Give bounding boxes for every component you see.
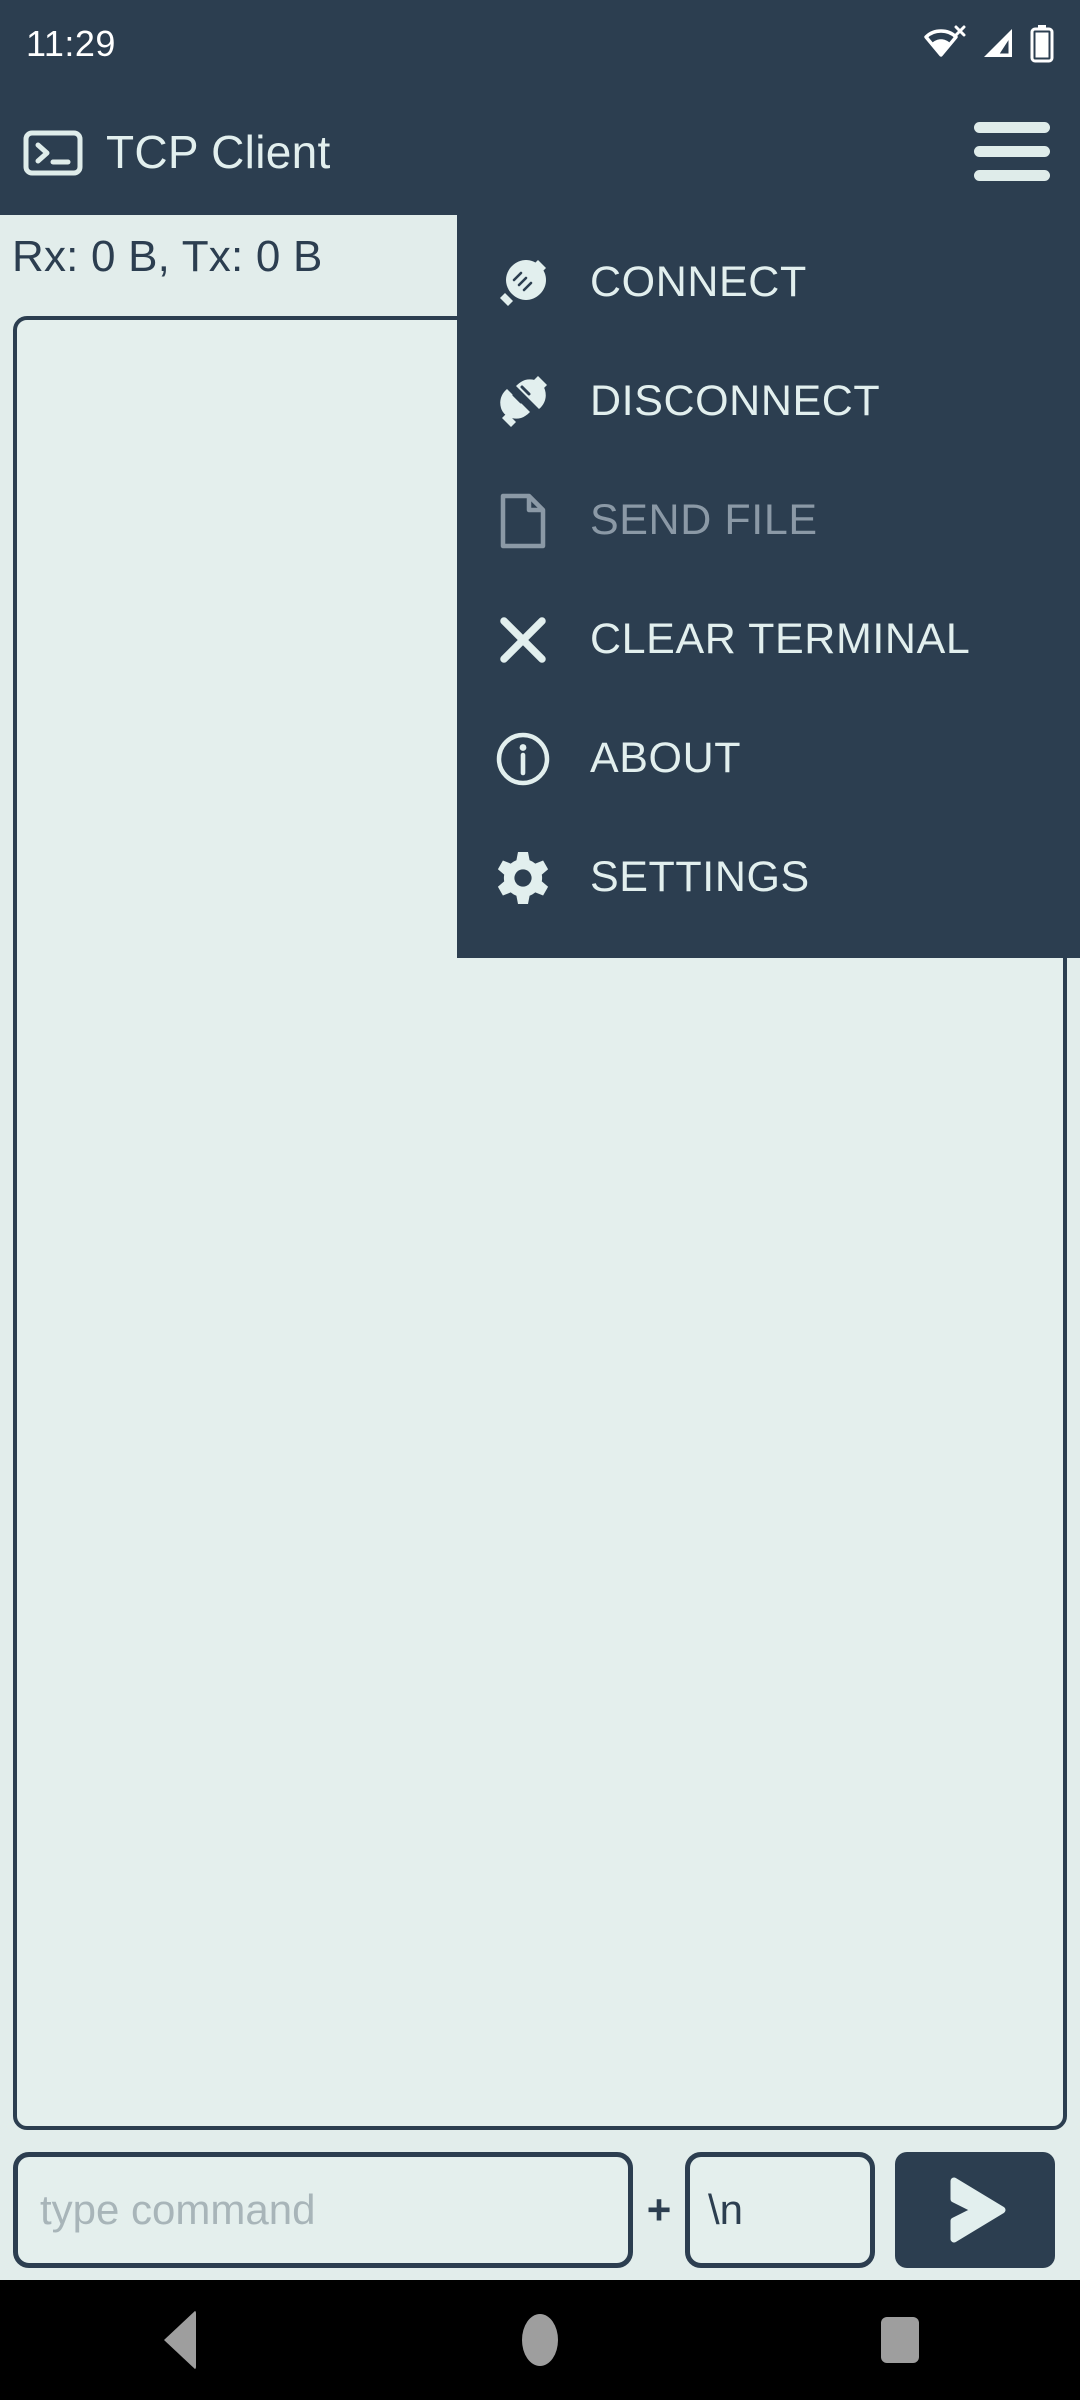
plus-label: +: [646, 2186, 672, 2233]
menu-item-label: CONNECT: [590, 258, 807, 306]
menu-item-label: SEND FILE: [590, 496, 818, 544]
cellular-signal-icon: [980, 26, 1016, 62]
wifi-off-icon: [922, 25, 966, 63]
menu-item-send-file[interactable]: SEND FILE: [457, 461, 1080, 580]
terminal-icon: [22, 121, 84, 183]
menu-item-label: SETTINGS: [590, 853, 810, 901]
status-bar: 11:29: [0, 0, 1080, 88]
status-bar-clock: 11:29: [26, 23, 116, 64]
hamburger-bar: [974, 146, 1050, 157]
line-terminator-input[interactable]: \n: [685, 2152, 875, 2268]
hamburger-bar: [974, 122, 1050, 133]
recents-glyph: [881, 2317, 919, 2363]
menu-item-about[interactable]: ABOUT: [457, 699, 1080, 818]
page-title: TCP Client: [106, 125, 331, 178]
command-input-placeholder: type command: [40, 2186, 316, 2233]
plug-disconnected-icon: [492, 371, 554, 433]
file-document-icon: [492, 490, 554, 552]
recents-square-icon[interactable]: [840, 2280, 960, 2400]
back-glyph: [164, 2310, 196, 2370]
command-input[interactable]: type command: [13, 2152, 633, 2268]
info-circle-icon: [492, 728, 554, 790]
send-button[interactable]: [895, 2152, 1055, 2268]
menu-item-settings[interactable]: SETTINGS: [457, 818, 1080, 937]
home-glyph: [522, 2314, 558, 2366]
close-x-icon: [492, 609, 554, 671]
menu-item-label: DISCONNECT: [590, 377, 881, 425]
menu-item-label: ABOUT: [590, 734, 742, 782]
gear-icon: [492, 847, 554, 909]
back-triangle-icon[interactable]: [120, 2280, 240, 2400]
status-bar-icons: [922, 25, 1054, 63]
traffic-stats-label: Rx: 0 B, Tx: 0 B: [12, 232, 323, 281]
app-screen: 11:29 TCP Client Rx: 0 B, Tx: 0 B type c…: [0, 0, 1080, 2400]
menu-item-label: CLEAR TERMINAL: [590, 615, 971, 663]
hamburger-menu-icon[interactable]: [974, 119, 1050, 185]
battery-icon: [1030, 25, 1054, 63]
overflow-menu: CONNECT DISCONNECT SEND FILE CLEAR TERMI…: [457, 215, 1080, 958]
line-terminator-value: \n: [708, 2186, 744, 2233]
plug-connected-icon: [492, 252, 554, 314]
send-chevron-icon: [932, 2167, 1018, 2253]
menu-item-clear-terminal[interactable]: CLEAR TERMINAL: [457, 580, 1080, 699]
command-input-bar: type command + \n: [0, 2145, 1080, 2275]
menu-item-connect[interactable]: CONNECT: [457, 223, 1080, 342]
app-bar: TCP Client: [0, 88, 1080, 215]
menu-item-disconnect[interactable]: DISCONNECT: [457, 342, 1080, 461]
android-nav-bar: [0, 2280, 1080, 2400]
home-circle-icon[interactable]: [480, 2280, 600, 2400]
hamburger-bar: [974, 170, 1050, 181]
